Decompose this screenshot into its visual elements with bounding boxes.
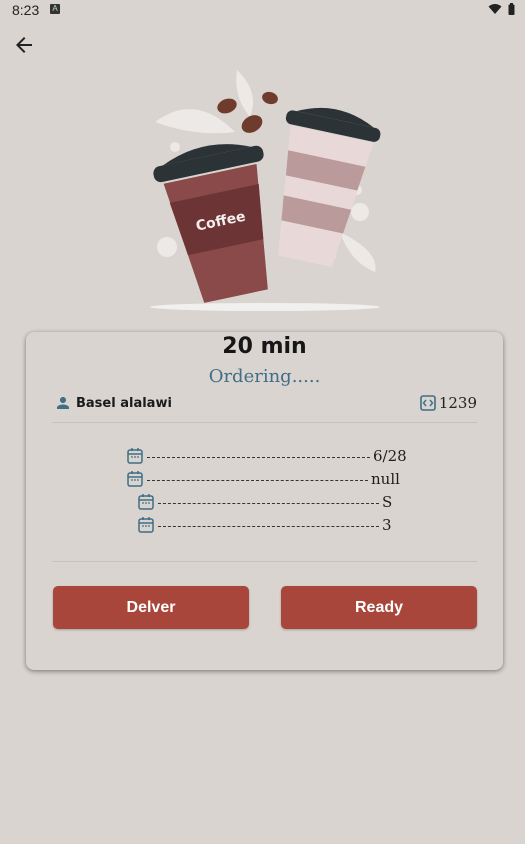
back-button[interactable] (12, 33, 36, 57)
calendar-icon (138, 494, 154, 510)
coffee-cups-illustration: Coffee (145, 62, 385, 312)
detail-row-size: S (137, 493, 392, 511)
notification-icon: A (50, 4, 60, 14)
divider (52, 422, 477, 423)
order-number-row: 1239 (419, 394, 477, 412)
order-status: Ordering..... (208, 366, 321, 387)
order-duration: 20 min (222, 334, 307, 359)
customer-row: Basel alalawi (54, 394, 172, 412)
person-icon (57, 397, 69, 409)
ready-button[interactable]: Ready (281, 586, 477, 629)
detail-row-quantity: 3 (137, 516, 392, 534)
divider (52, 561, 477, 562)
code-icon (420, 395, 436, 411)
detail-value-note: null (371, 470, 400, 488)
calendar-icon (127, 471, 143, 487)
calendar-icon (127, 448, 143, 464)
battery-icon (508, 3, 515, 15)
customer-name: Basel alalawi (76, 395, 172, 411)
arrow-back-icon (16, 37, 32, 53)
detail-value-quantity: 3 (382, 516, 392, 534)
detail-value-size: S (382, 493, 393, 511)
dashed-leader (147, 479, 368, 481)
deliver-button[interactable]: Delver (53, 586, 249, 629)
dashed-leader (158, 525, 379, 527)
status-time: 8:23 (12, 2, 40, 18)
order-number: 1239 (438, 394, 477, 412)
detail-value-date: 6/28 (373, 447, 407, 465)
order-card: 20 min Ordering..... Basel alalawi 1239 … (26, 332, 503, 670)
status-bar: 8:23 A (0, 0, 525, 20)
wifi-icon (488, 4, 502, 14)
detail-row-note: null (126, 470, 400, 488)
detail-row-date: 6/28 (126, 447, 407, 465)
dashed-leader (147, 456, 370, 458)
calendar-icon (138, 517, 154, 533)
status-icons (488, 3, 515, 15)
dashed-leader (158, 502, 379, 504)
